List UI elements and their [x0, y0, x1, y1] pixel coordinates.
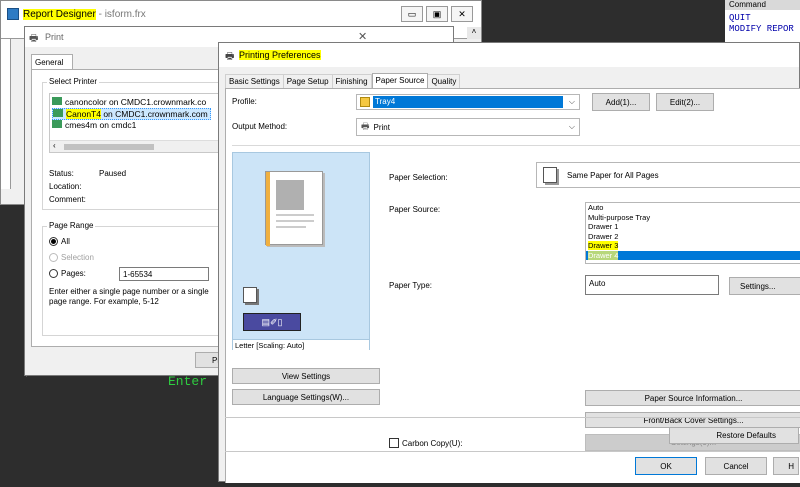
scroll-thumb[interactable] — [64, 144, 154, 150]
paper-source-item-selected[interactable]: Drawer 4 — [586, 250, 800, 260]
scroll-up-arrow[interactable]: ˄ — [467, 27, 481, 39]
ok-button[interactable]: OK — [635, 457, 697, 475]
output-method-combo[interactable]: 🖶 Print ⌵ — [356, 118, 580, 136]
paper-source-item[interactable]: Drawer 1 — [586, 222, 800, 232]
tab-page-setup[interactable]: Page Setup — [283, 74, 333, 88]
same-paper-icon — [543, 167, 557, 183]
scroll-left-icon[interactable]: ‹ — [53, 141, 56, 150]
separator — [225, 451, 800, 452]
command-panel-header: Command — [725, 0, 800, 10]
paper-source-label: Paper Source: — [389, 205, 441, 214]
radio-checked-icon — [49, 237, 58, 246]
add-profile-button[interactable]: Add(1)... — [592, 93, 650, 111]
close-button[interactable]: ✕ — [451, 6, 473, 22]
output-method-label: Output Method: — [232, 122, 288, 131]
edit-profile-button[interactable]: Edit(2)... — [656, 93, 714, 111]
paper-source-item[interactable]: Drawer 2 — [586, 232, 800, 242]
view-settings-button[interactable]: View Settings — [232, 368, 380, 384]
tab-finishing[interactable]: Finishing — [332, 74, 372, 88]
command-line[interactable]: QUIT — [729, 13, 751, 23]
printer-icon: 🖶 — [361, 121, 370, 131]
cancel-button[interactable]: Cancel — [705, 457, 767, 475]
print-dialog-title: Print — [45, 32, 64, 42]
select-printer-group: Select Printer canoncolor on CMDC1.crown… — [42, 77, 223, 210]
page-range-label: Page Range — [47, 221, 96, 230]
profile-icon — [360, 97, 370, 107]
pages-input[interactable]: 1-65534 — [119, 267, 209, 281]
command-line[interactable]: MODIFY REPOR — [729, 24, 794, 34]
printer-item-selected[interactable]: CanonT4 on CMDC1.crownmark.com — [52, 108, 211, 120]
output-method-value: Print — [373, 122, 390, 132]
tab-basic-settings[interactable]: Basic Settings — [225, 74, 284, 88]
console-enter-text: Enter — [168, 374, 208, 389]
select-printer-label: Select Printer — [47, 77, 100, 86]
paper-selection-combo[interactable]: Same Paper for All Pages — [536, 162, 800, 188]
ruler-left — [1, 39, 11, 189]
carbon-copy-checkbox[interactable]: Carbon Copy(U): — [389, 438, 462, 448]
profile-label: Profile: — [232, 97, 257, 106]
paper-source-item[interactable]: Drawer 3 — [586, 241, 800, 251]
chevron-down-icon: ⌵ — [568, 122, 575, 131]
maximize-button[interactable]: ▣ — [426, 6, 448, 22]
radio-pages[interactable]: Pages: — [49, 269, 86, 278]
printer-list[interactable]: canoncolor on CMDC1.crownmark.co CanonT4… — [49, 93, 223, 153]
radio-icon — [49, 253, 58, 262]
comment-label: Comment: — [49, 195, 86, 204]
separator — [232, 145, 800, 146]
printer-item[interactable]: cmes4m on cmdc1 — [52, 120, 136, 130]
paper-source-information-button[interactable]: Paper Source Information... — [585, 390, 800, 406]
help-button[interactable]: H — [773, 457, 799, 475]
paper-source-item[interactable]: Multi-purpose Tray — [586, 213, 800, 223]
printer-icon — [53, 109, 63, 117]
radio-icon — [49, 269, 58, 278]
paper-source-item[interactable]: Auto — [586, 203, 800, 213]
status-value: Paused — [99, 169, 127, 178]
paper-stack-icon — [243, 287, 257, 303]
preview-caption: Letter [Scaling: Auto] — [233, 339, 369, 351]
tab-quality[interactable]: Quality — [428, 74, 461, 88]
paper-selection-label: Paper Selection: — [389, 173, 448, 182]
printer-icon: 🖶 — [225, 51, 235, 62]
layout-icons[interactable]: ▤✐▯ — [243, 313, 301, 331]
restore-defaults-button[interactable]: Restore Defaults — [669, 427, 799, 444]
paper-source-panel: Profile: Tray4 ⌵ Add(1)... Edit(2)... Ou… — [225, 88, 800, 483]
paper-selection-value: Same Paper for All Pages — [567, 170, 659, 180]
language-settings-button[interactable]: Language Settings(W)... — [232, 389, 380, 405]
tab-paper-source[interactable]: Paper Source — [371, 73, 429, 88]
paper-type-settings-button[interactable]: Settings... — [729, 277, 800, 295]
prefs-titlebar: 🖶 Printing Preferences — [219, 43, 799, 67]
printer-icon — [52, 120, 62, 128]
printer-list-hscrollbar[interactable]: ‹ — [50, 140, 222, 152]
report-designer-titlebar: Report Designer - isform.frx ▭ ▣ ✕ — [1, 1, 481, 27]
checkbox-icon — [389, 438, 399, 448]
tab-general[interactable]: General — [31, 54, 73, 70]
paper-type-label: Paper Type: — [389, 281, 432, 290]
radio-selection[interactable]: Selection — [49, 253, 94, 262]
report-designer-title: Report Designer - isform.frx — [23, 9, 146, 20]
status-label: Status: — [49, 169, 74, 178]
page-preview-document — [265, 171, 323, 246]
chevron-down-icon: ⌵ — [568, 97, 575, 106]
printer-icon: 🖶 — [29, 33, 39, 44]
separator — [225, 417, 800, 418]
printer-icon — [52, 97, 62, 105]
page-range-group: Page Range All Selection Pages: 1-65534 … — [42, 221, 222, 336]
prefs-title: Printing Preferences — [239, 50, 321, 60]
printer-item[interactable]: canoncolor on CMDC1.crownmark.co — [52, 97, 206, 107]
prefs-tabs: Basic Settings Page Setup Finishing Pape… — [225, 73, 461, 88]
profile-combo[interactable]: Tray4 ⌵ — [356, 94, 580, 110]
radio-all[interactable]: All — [49, 237, 70, 246]
report-designer-app-icon — [7, 8, 19, 20]
page-preview: ▤✐▯ Letter [Scaling: Auto] — [232, 152, 370, 351]
location-label: Location: — [49, 182, 82, 191]
front-back-cover-settings-button[interactable]: Front/Back Cover Settings... — [585, 412, 800, 428]
paper-source-list[interactable]: Auto Multi-purpose Tray Drawer 1 Drawer … — [585, 202, 800, 264]
minimize-button[interactable]: ▭ — [401, 6, 423, 22]
printing-preferences-dialog: 🖶 Printing Preferences Basic Settings Pa… — [218, 42, 800, 483]
page-range-hint: Enter either a single page number or a s… — [49, 287, 209, 306]
profile-value: Tray4 — [373, 96, 563, 108]
paper-type-field[interactable]: Auto — [585, 275, 719, 295]
